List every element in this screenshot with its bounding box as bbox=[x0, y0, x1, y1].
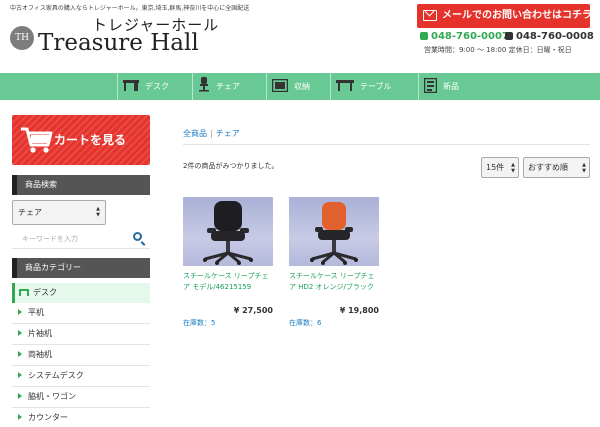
nav-label-new: 新品 bbox=[443, 82, 459, 91]
chair-photo bbox=[203, 201, 253, 265]
logo-main-text: Treasure Hall bbox=[38, 30, 199, 56]
per-page-value: 15件 bbox=[486, 163, 505, 172]
desk-icon bbox=[123, 79, 139, 94]
header-tagline: 中古オフィス家具の購入ならトレジャーホール。東京,埼玉,群馬,神奈川を中心に全国… bbox=[10, 5, 250, 12]
bullet-icon bbox=[18, 372, 22, 378]
category-item-wagon[interactable]: 脇机・ワゴン bbox=[12, 387, 150, 408]
sort-select[interactable]: おすすめ順 ▲ ▼ bbox=[523, 157, 590, 178]
nav-item-chair[interactable]: チェア bbox=[192, 73, 240, 100]
phone-number-2[interactable]: 048-760-0008 bbox=[505, 31, 594, 42]
product-price: ¥ 19,800 bbox=[339, 306, 379, 315]
nav-item-storage[interactable]: 収納 bbox=[266, 73, 310, 100]
nav-label-storage: 収納 bbox=[294, 82, 310, 91]
category-label: 脇机・ワゴン bbox=[28, 392, 76, 401]
category-label: カウンター bbox=[28, 413, 68, 422]
bullet-icon bbox=[18, 330, 22, 336]
category-item-single-pedestal[interactable]: 片袖机 bbox=[12, 324, 150, 345]
product-stock: 在庫数：5 bbox=[183, 319, 216, 327]
table-icon bbox=[336, 79, 354, 94]
logo-badge: TH bbox=[10, 26, 34, 50]
cart-icon bbox=[21, 127, 53, 153]
category-item-counter[interactable]: カウンター bbox=[12, 408, 150, 427]
breadcrumb-chair[interactable]: チェア bbox=[216, 129, 240, 138]
mail-icon bbox=[423, 10, 437, 21]
product-search-heading: 商品検索 bbox=[12, 175, 150, 195]
phone-number-2-text: 048-760-0008 bbox=[516, 31, 594, 42]
product-stock: 在庫数：6 bbox=[289, 319, 322, 327]
product-price: ¥ 27,500 bbox=[233, 306, 273, 315]
category-label: デスク bbox=[33, 288, 57, 297]
contact-mail-label: メールでのお問い合わせはコチラ bbox=[442, 10, 592, 21]
chair-photo bbox=[310, 202, 358, 265]
select-arrows-icon: ▲ ▼ bbox=[96, 206, 100, 218]
product-title[interactable]: スチールケース リープチェア モデル/46215159 bbox=[183, 271, 275, 293]
product-card[interactable]: スチールケース リープチェア HD2 オレンジ/ブラック ¥ 19,800 在庫… bbox=[289, 197, 379, 332]
bullet-icon bbox=[18, 351, 22, 357]
business-hours: 営業時間：9:00 〜 18:00 定休日：日曜・祝日 bbox=[424, 46, 572, 54]
nav-item-table[interactable]: テーブル bbox=[330, 73, 392, 100]
product-image[interactable] bbox=[289, 197, 379, 266]
desk-icon bbox=[19, 289, 29, 296]
breadcrumb-divider bbox=[183, 144, 590, 145]
category-select[interactable]: チェア ▲ ▼ bbox=[12, 200, 106, 225]
chair-icon bbox=[198, 77, 210, 96]
fax-icon bbox=[505, 32, 513, 40]
nav-label-table: テーブル bbox=[360, 82, 392, 91]
category-item-system-desk[interactable]: システムデスク bbox=[12, 366, 150, 387]
category-label: 平机 bbox=[28, 308, 44, 317]
category-item-desk[interactable]: デスク bbox=[12, 283, 150, 303]
result-count: 2件の商品がみつかりました。 bbox=[183, 162, 279, 170]
per-page-select[interactable]: 15件 ▲ ▼ bbox=[481, 157, 519, 178]
nav-item-desk[interactable]: デスク bbox=[117, 73, 169, 100]
nav-item-new[interactable]: 新品 bbox=[418, 73, 459, 100]
site-logo[interactable]: TH トレジャーホール Treasure Hall bbox=[10, 14, 270, 56]
bullet-icon bbox=[18, 414, 22, 420]
main-nav: デスク チェア 収納 テーブル 新品 bbox=[0, 73, 600, 100]
breadcrumb-separator: | bbox=[210, 129, 213, 138]
view-cart-label: カートを見る bbox=[54, 133, 127, 147]
contact-mail-button[interactable]: メールでのお問い合わせはコチラ bbox=[417, 4, 592, 28]
phone-icon bbox=[420, 32, 428, 40]
product-card[interactable]: スチールケース リープチェア モデル/46215159 ¥ 27,500 在庫数… bbox=[183, 197, 273, 332]
category-select-value: チェア bbox=[18, 208, 42, 217]
category-label: 両袖机 bbox=[28, 350, 52, 359]
select-arrows-icon: ▲ ▼ bbox=[582, 162, 586, 174]
search-icon[interactable] bbox=[133, 232, 142, 241]
storage-icon bbox=[271, 78, 289, 95]
nav-label-desk: デスク bbox=[145, 82, 169, 91]
product-title[interactable]: スチールケース リープチェア HD2 オレンジ/ブラック bbox=[289, 271, 381, 293]
view-cart-button[interactable]: カートを見る bbox=[12, 115, 150, 165]
bullet-icon bbox=[18, 393, 22, 399]
new-icon bbox=[423, 77, 438, 96]
category-label: システムデスク bbox=[28, 371, 84, 380]
bullet-icon bbox=[18, 309, 22, 315]
nav-label-chair: チェア bbox=[216, 82, 240, 91]
breadcrumb: 全商品 | チェア bbox=[183, 128, 240, 139]
category-heading: 商品カテゴリー bbox=[12, 258, 150, 278]
category-item-double-pedestal[interactable]: 両袖机 bbox=[12, 345, 150, 366]
phone-number-1-text: 048-760-0007 bbox=[431, 31, 509, 42]
product-image[interactable] bbox=[183, 197, 273, 266]
breadcrumb-all-products[interactable]: 全商品 bbox=[183, 129, 207, 138]
category-label: 片袖机 bbox=[28, 329, 52, 338]
sort-value: おすすめ順 bbox=[528, 163, 568, 172]
select-arrows-icon: ▲ ▼ bbox=[511, 162, 515, 174]
category-item-flat-desk[interactable]: 平机 bbox=[12, 303, 150, 324]
phone-number-1[interactable]: 048-760-0007 bbox=[420, 31, 509, 42]
keyword-search-input[interactable] bbox=[12, 229, 150, 249]
